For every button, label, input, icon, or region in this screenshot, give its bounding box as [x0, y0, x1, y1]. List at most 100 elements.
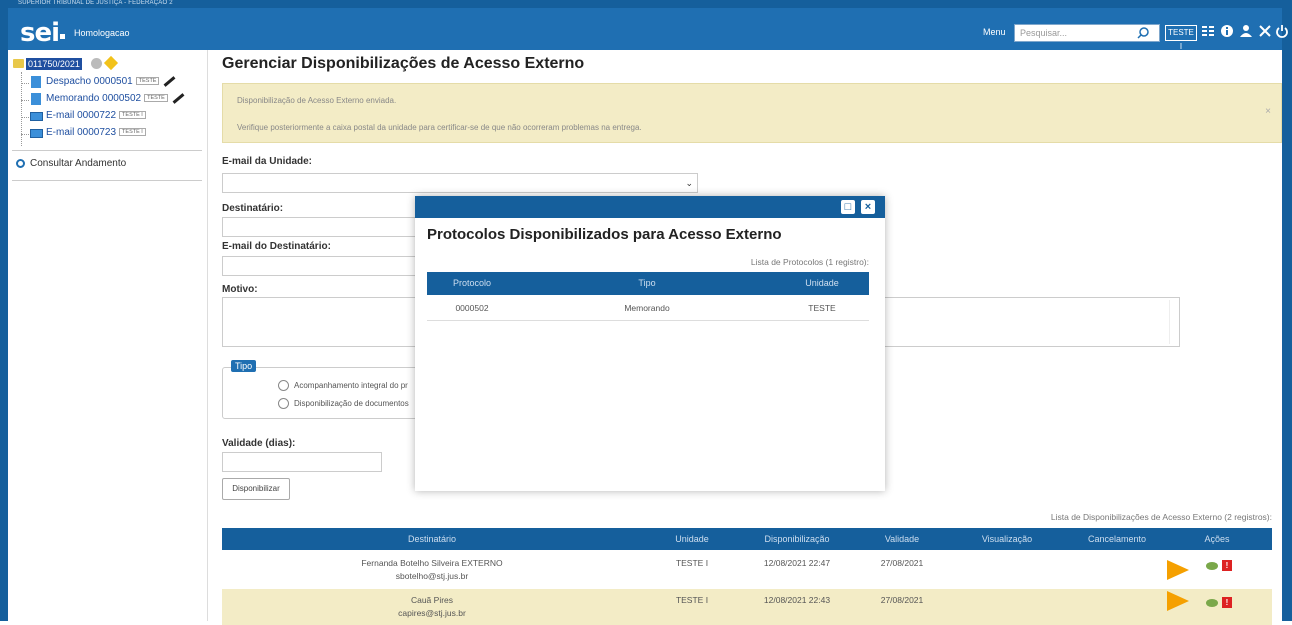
header-bar: sei Homologacao Menu Pesquisar... TESTE …: [8, 8, 1288, 51]
modal-titlebar[interactable]: □ ×: [415, 196, 885, 218]
validity-label: Validade (dias):: [222, 438, 296, 449]
email-icon: [30, 112, 43, 121]
recipient-email: capires@stj.jus.br: [398, 608, 466, 618]
search-icon[interactable]: [1136, 26, 1150, 40]
protocol-number[interactable]: 0000502: [427, 303, 517, 313]
view-protocols-icon[interactable]: [1206, 599, 1218, 607]
type-legend: Tipo: [231, 360, 257, 372]
tree-item-text: Despacho 0000501: [46, 76, 133, 87]
logo-dot: [60, 34, 65, 39]
recipient-name: Fernanda Botelho Silveira EXTERNO: [361, 558, 503, 568]
highlight-arrow-icon: [1167, 560, 1189, 580]
reason-label: Motivo:: [222, 284, 258, 295]
view-protocols-icon[interactable]: [1206, 562, 1218, 570]
table-row: Fernanda Botelho Silveira EXTERNO sbotel…: [222, 552, 1272, 588]
col-validade[interactable]: Validade: [872, 528, 932, 550]
col-tipo[interactable]: Tipo: [597, 272, 697, 294]
cancel-availability-icon[interactable]: !: [1222, 560, 1232, 571]
recipient-name: Cauã Pires: [410, 595, 454, 605]
status-icon: [91, 58, 102, 69]
recipient-email-input[interactable]: [222, 256, 422, 276]
folder-icon: [13, 59, 24, 68]
alert-detail: Verifique posteriormente a caixa postal …: [237, 123, 642, 132]
cancel-availability-icon[interactable]: !: [1222, 597, 1232, 608]
col-disponibilizacao[interactable]: Disponibilização: [742, 528, 852, 550]
top-strip: [8, 0, 1282, 8]
consult-label: Consultar Andamento: [30, 158, 127, 169]
tree-item-text: Memorando 0000502: [46, 93, 142, 104]
unit-tag: TESTE I: [119, 128, 146, 137]
grid-icon[interactable]: [1200, 24, 1216, 42]
signature-pen-icon: [172, 93, 185, 104]
modal-title: Protocolos Disponibilizados para Acesso …: [427, 226, 782, 243]
tools-icon[interactable]: [1257, 24, 1273, 42]
textarea-scrollbar[interactable]: [1169, 300, 1177, 344]
make-available-button[interactable]: Disponibilizar: [222, 478, 290, 500]
recipient-email-label: E-mail do Destinatário:: [222, 241, 331, 252]
maximize-icon[interactable]: □: [841, 200, 855, 214]
email-unit-select[interactable]: ⌄: [222, 173, 698, 193]
protocol-type: Memorando: [624, 303, 670, 313]
radio-full-access-label: Acompanhamento integral do pr: [294, 381, 408, 390]
tree-branch: [21, 100, 29, 101]
user-icon[interactable]: [1238, 24, 1254, 42]
success-alert: Disponibilização de Acesso Externo envia…: [222, 83, 1282, 143]
signature-pen-icon: [164, 76, 176, 87]
tree-branch: [21, 83, 29, 84]
type-fieldset: Tipo Acompanhamento integral do pr Dispo…: [222, 360, 422, 419]
close-icon[interactable]: ×: [861, 200, 875, 214]
validity-input[interactable]: [222, 452, 382, 472]
sidebar-divider: [12, 180, 202, 181]
col-visualizacao[interactable]: Visualização: [962, 528, 1052, 550]
tree-item-label: Despacho 0000501 TESTE: [46, 76, 176, 87]
col-protocolo[interactable]: Protocolo: [427, 272, 517, 294]
alert-message: Disponibilização de Acesso Externo envia…: [237, 96, 397, 105]
sidebar-divider: [12, 150, 202, 151]
radio-full-access[interactable]: [278, 380, 289, 391]
modal-table-header: Protocolo Tipo Unidade: [427, 272, 869, 295]
recipient-email: sbotelho@stj.jus.br: [395, 571, 469, 581]
power-icon[interactable]: [1274, 24, 1290, 42]
row-unit: TESTE I: [675, 558, 709, 568]
modal-caption: Lista de Protocolos (1 registro):: [750, 257, 869, 267]
unit-tag: TESTE I: [119, 111, 146, 120]
table-row: Cauã Pires capires@stj.jus.br TESTE I 12…: [222, 589, 1272, 625]
alert-close-button[interactable]: ×: [1265, 106, 1271, 117]
sidebar: 011750/2021 Despacho 0000501 TESTE Memora…: [8, 50, 208, 621]
unit-tag: TESTE: [135, 77, 160, 86]
consult-history-link[interactable]: Consultar Andamento: [16, 158, 126, 169]
highlight-arrow-icon: [1167, 591, 1189, 611]
tree-item-label: Memorando 0000502 TESTE: [46, 93, 185, 104]
search-icon: [16, 158, 25, 168]
protocols-modal: □ × Protocolos Disponibilizados para Ace…: [415, 196, 885, 491]
col-unidade[interactable]: Unidade: [662, 528, 722, 550]
tree-item-text: E-mail 0000723: [46, 127, 117, 138]
email-unit-label: E-mail da Unidade:: [222, 156, 313, 167]
environment-label: Homologacao: [74, 28, 130, 38]
sei-logo[interactable]: sei: [20, 18, 60, 48]
row-unit: TESTE I: [675, 595, 709, 605]
radio-documents-label: Disponibilização de documentos: [294, 399, 409, 408]
document-icon: [31, 93, 41, 105]
tree-item-text: E-mail 0000722: [46, 110, 117, 121]
unit-selector-button[interactable]: TESTE I: [1165, 25, 1197, 51]
email-icon: [30, 129, 43, 138]
tree-branch: [21, 117, 29, 118]
chevron-down-icon: ⌄: [685, 178, 693, 188]
list-caption: Lista de Disponibilizações de Acesso Ext…: [1050, 512, 1272, 522]
org-name: SUPERIOR TRIBUNAL DE JUSTIÇA - FEDERAÇÃO…: [18, 0, 173, 6]
info-icon[interactable]: [1219, 24, 1235, 42]
document-icon: [31, 76, 41, 88]
protocol-unit: TESTE: [808, 303, 836, 313]
row-available: 12/08/2021 22:47: [763, 558, 831, 568]
process-number[interactable]: 011750/2021: [26, 58, 82, 70]
recipient-input[interactable]: [222, 217, 422, 237]
row-available: 12/08/2021 22:43: [763, 595, 831, 605]
menu-link[interactable]: Menu: [983, 27, 1006, 37]
col-destinatario[interactable]: Destinatário: [222, 528, 642, 550]
radio-documents[interactable]: [278, 398, 289, 409]
col-acoes: Ações: [1204, 534, 1230, 544]
col-cancelamento[interactable]: Cancelamento: [1072, 528, 1162, 550]
col-unidade[interactable]: Unidade: [777, 272, 867, 294]
modal-table-row: 0000502 Memorando TESTE: [427, 295, 869, 321]
